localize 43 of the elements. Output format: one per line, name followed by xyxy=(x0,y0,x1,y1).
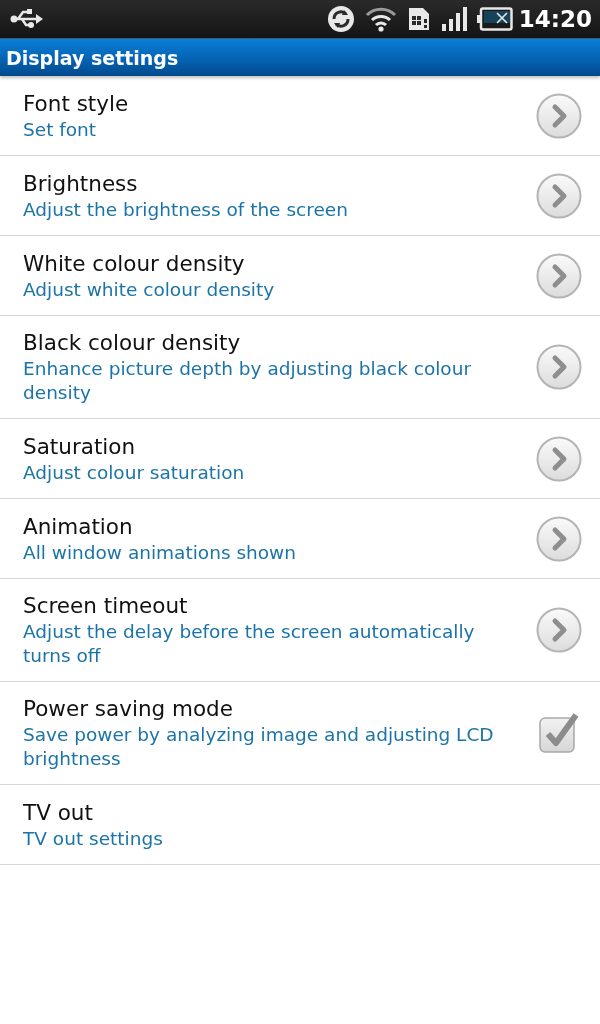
setting-title: Power saving mode xyxy=(23,695,234,723)
chevron-right-icon[interactable] xyxy=(536,252,582,299)
settings-item[interactable]: Animation All window animations shown xyxy=(0,499,600,579)
chevron-right-icon[interactable] xyxy=(536,92,582,139)
settings-item[interactable]: Screen timeout Adjust the delay before the screen automatically turns off xyxy=(0,579,600,682)
settings-item[interactable]: Font style Set font xyxy=(0,76,600,156)
setting-summary: All window animations shown xyxy=(23,540,297,565)
chevron-right-icon[interactable] xyxy=(536,172,582,219)
setting-summary: Adjust colour saturation xyxy=(23,460,246,485)
checkbox[interactable] xyxy=(538,712,580,754)
settings-item[interactable]: Brightness Adjust the brightness of the screen xyxy=(0,156,600,236)
clock-time: 14:20 xyxy=(518,6,592,32)
setting-title: Screen timeout xyxy=(23,592,189,620)
setting-title: Black colour density xyxy=(23,329,242,357)
usb-icon xyxy=(10,8,44,30)
setting-summary: Save power by analyzing image and adjusting LCD brightness xyxy=(23,723,495,771)
settings-item[interactable]: TV out TV out settings xyxy=(0,785,600,865)
setting-title: Animation xyxy=(23,512,134,541)
setting-summary: Enhance picture depth by adjusting black colour density xyxy=(23,357,473,405)
settings-item[interactable]: Power saving mode Save power by analyzing image and adjusting LCD brightness xyxy=(0,682,600,785)
setting-summary: TV out settings xyxy=(23,826,164,851)
setting-title: Saturation xyxy=(23,432,137,461)
battery-icon xyxy=(476,7,513,31)
chevron-right-icon[interactable] xyxy=(536,515,582,562)
setting-title: Font style xyxy=(23,89,130,118)
settings-item[interactable]: White colour density Adjust white colour density xyxy=(0,236,600,316)
chevron-right-icon[interactable] xyxy=(536,607,582,653)
setting-title: Brightness xyxy=(23,169,139,198)
settings-item[interactable]: Black colour density Enhance picture depth by adjusting black colour density xyxy=(0,316,600,419)
chevron-right-icon[interactable] xyxy=(536,435,582,482)
settings-item[interactable]: Saturation Adjust colour saturation xyxy=(0,419,600,499)
setting-summary: Adjust the brightness of the screen xyxy=(23,197,349,222)
sync-icon xyxy=(326,5,355,33)
screen-title: Display settings xyxy=(6,46,179,69)
signal-bars-icon xyxy=(440,6,467,32)
sim-card-icon xyxy=(406,6,431,32)
setting-summary: Adjust the delay before the screen automatically turns off xyxy=(23,620,476,668)
setting-title: TV out xyxy=(23,798,94,827)
wifi-icon xyxy=(364,6,397,32)
setting-summary: Adjust white colour density xyxy=(23,277,276,302)
chevron-right-icon[interactable] xyxy=(536,344,582,390)
setting-summary: Set font xyxy=(23,117,98,142)
setting-title: White colour density xyxy=(23,249,246,278)
